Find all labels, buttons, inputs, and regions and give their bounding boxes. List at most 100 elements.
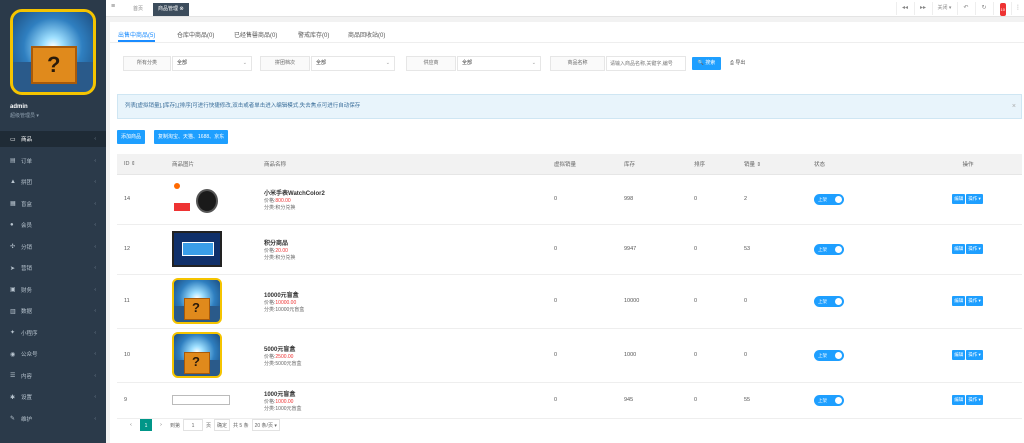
product-price: 价格:2500.00 bbox=[264, 353, 547, 360]
bell-icon[interactable]: ♪10 bbox=[993, 2, 1010, 16]
column-header[interactable]: ID ⇕ bbox=[117, 154, 165, 175]
operation-dropdown[interactable]: 操作 ▾ bbox=[966, 194, 983, 204]
confirm-page-button[interactable]: 确定 bbox=[214, 419, 231, 431]
sidebar-item-1[interactable]: ▤ 订单 ‹ bbox=[0, 153, 106, 169]
column-header: 状态 bbox=[807, 154, 907, 175]
toggle-knob bbox=[835, 297, 842, 305]
sort-cell[interactable]: 0 bbox=[687, 224, 737, 275]
operation-dropdown[interactable]: 操作 ▾ bbox=[966, 244, 983, 254]
status-toggle[interactable]: 上架 bbox=[814, 394, 844, 406]
virtual-sales-cell[interactable]: 0 bbox=[547, 382, 617, 419]
menu-toggle-icon[interactable]: ≡ bbox=[111, 3, 115, 10]
operation-cell: 编辑 操作 ▾ bbox=[907, 328, 1022, 383]
sort-cell[interactable]: 0 bbox=[687, 328, 737, 383]
sidebar-item-12[interactable]: ✱ 设置 ‹ bbox=[0, 389, 106, 405]
product-price: 价格:800.00 bbox=[264, 197, 547, 204]
tab-home[interactable]: 首页 bbox=[128, 3, 148, 16]
avatar[interactable]: ? bbox=[10, 9, 96, 95]
edit-button[interactable]: 编辑 bbox=[952, 194, 966, 204]
sort-cell[interactable]: 0 bbox=[687, 274, 737, 329]
sidebar-item-9[interactable]: ✦ 小程序 ‹ bbox=[0, 325, 106, 341]
operation-cell: 编辑 操作 ▾ bbox=[907, 382, 1022, 419]
sidebar-item-label: 营销 bbox=[21, 266, 33, 272]
main-panel: 出售中商品(5) 仓库中商品(0) 已经售罄商品(0) 警戒库存(0) 商品回收… bbox=[110, 22, 1024, 443]
sort-cell[interactable]: 0 bbox=[687, 174, 737, 225]
sales-cell: 0 bbox=[737, 274, 807, 329]
goto-label: 到第 bbox=[170, 422, 181, 429]
sidebar-item-10[interactable]: ◉ 公众号 ‹ bbox=[0, 346, 106, 362]
virtual-sales-cell[interactable]: 0 bbox=[547, 224, 617, 275]
goto-page-input[interactable]: 1 bbox=[183, 419, 204, 431]
category-filter-value: 全部 bbox=[177, 60, 188, 66]
stock-cell[interactable]: 998 bbox=[617, 174, 687, 225]
sidebar-item-8[interactable]: ▥ 数据 ‹ bbox=[0, 303, 106, 319]
supplier-filter-select[interactable]: 全部 ⌄ bbox=[457, 56, 541, 71]
status-toggle[interactable]: 上架 bbox=[814, 295, 844, 307]
edit-button[interactable]: 编辑 bbox=[952, 395, 966, 405]
sidebar-item-11[interactable]: ☰ 内容 ‹ bbox=[0, 368, 106, 384]
stock-cell[interactable]: 10000 bbox=[617, 274, 687, 329]
scroll-right-icon[interactable]: ▸▸ bbox=[914, 2, 931, 15]
chevron-left-icon: ‹ bbox=[94, 308, 96, 314]
edit-button[interactable]: 编辑 bbox=[952, 350, 966, 360]
group-filter-select[interactable]: 全部 ⌄ bbox=[311, 56, 395, 71]
tab-on-sale[interactable]: 出售中商品(5) bbox=[118, 30, 156, 42]
tab-low-stock[interactable]: 警戒库存(0) bbox=[298, 30, 329, 42]
sort-cell[interactable]: 0 bbox=[687, 382, 737, 419]
sidebar-item-5[interactable]: ✣ 分销 ‹ bbox=[0, 239, 106, 255]
user-name: admin bbox=[10, 104, 28, 110]
share-icon: ✣ bbox=[10, 244, 16, 250]
more-icon[interactable]: ⋮ bbox=[1011, 2, 1024, 15]
prev-page-icon[interactable]: ‹ bbox=[125, 419, 137, 431]
page-1-button[interactable]: 1 bbox=[140, 419, 152, 431]
sidebar-item-3[interactable]: ▦ 盲盒 ‹ bbox=[0, 196, 106, 212]
close-icon[interactable]: × bbox=[1012, 95, 1016, 118]
operation-dropdown[interactable]: 操作 ▾ bbox=[966, 395, 983, 405]
sidebar-item-7[interactable]: ▣ 财务 ‹ bbox=[0, 282, 106, 298]
operation-dropdown[interactable]: 操作 ▾ bbox=[966, 350, 983, 360]
user-role-dropdown[interactable]: 超级管理员 ▾ bbox=[10, 112, 39, 119]
close-tabs-dropdown[interactable]: 关闭 ▾ bbox=[932, 2, 956, 15]
toggle-knob bbox=[835, 245, 842, 253]
status-cell: 上架 bbox=[807, 382, 907, 419]
search-button[interactable]: 🔍 搜索 bbox=[692, 57, 721, 70]
refresh-icon[interactable]: ↻ bbox=[975, 2, 992, 15]
scroll-left-icon[interactable]: ◂◂ bbox=[896, 2, 913, 15]
back-icon[interactable]: ↶ bbox=[957, 2, 974, 15]
edit-button[interactable]: 编辑 bbox=[952, 244, 966, 254]
status-toggle[interactable]: 上架 bbox=[814, 243, 844, 255]
virtual-sales-cell[interactable]: 0 bbox=[547, 328, 617, 383]
sidebar-item-4[interactable]: ● 会员 ‹ bbox=[0, 217, 106, 233]
status-toggle[interactable]: 上架 bbox=[814, 193, 844, 205]
edit-button[interactable]: 编辑 bbox=[952, 296, 966, 306]
sidebar-item-6[interactable]: ➤ 营销 ‹ bbox=[0, 260, 106, 276]
virtual-sales-cell[interactable]: 0 bbox=[547, 174, 617, 225]
tab-in-warehouse[interactable]: 仓库中商品(0) bbox=[177, 30, 214, 42]
category-filter-select[interactable]: 全部 ⌄ bbox=[172, 56, 252, 71]
sidebar-item-0[interactable]: ▭ 商品 ‹ bbox=[0, 131, 106, 147]
tab-recycle-bin[interactable]: 商品回收站(0) bbox=[348, 30, 385, 42]
sidebar-item-label: 拼团 bbox=[21, 180, 33, 186]
tab-sold-out[interactable]: 已经售罄商品(0) bbox=[234, 30, 277, 42]
tab-goods-management[interactable]: 商品管理 ⊗ bbox=[153, 3, 189, 16]
copy-product-button[interactable]: 复制淘宝、天猫、1688、京东 bbox=[154, 130, 229, 144]
search-input[interactable] bbox=[606, 56, 686, 71]
export-button[interactable]: ⎙ 导出 bbox=[730, 57, 745, 70]
product-name: 5000元盲盒 bbox=[264, 346, 296, 353]
sidebar-item-2[interactable]: ▲ 拼团 ‹ bbox=[0, 174, 106, 190]
product-name: 小米手表WatchColor2 bbox=[264, 190, 325, 197]
stock-cell[interactable]: 1000 bbox=[617, 328, 687, 383]
status-toggle[interactable]: 上架 bbox=[814, 349, 844, 361]
operation-dropdown[interactable]: 操作 ▾ bbox=[966, 296, 983, 306]
stock-cell[interactable]: 9947 bbox=[617, 224, 687, 275]
virtual-sales-cell[interactable]: 0 bbox=[547, 274, 617, 329]
stock-cell[interactable]: 945 bbox=[617, 382, 687, 419]
column-header[interactable]: 销量 ⇕ bbox=[737, 154, 807, 175]
table-row: 10? 5000元盲盒 价格:2500.00 分类:5000元盲盒 0 1000 0 0 上架编… bbox=[117, 328, 1022, 383]
sidebar-item-13[interactable]: ✎ 维护 ‹ bbox=[0, 411, 106, 427]
add-product-button[interactable]: 添加商品 bbox=[117, 130, 146, 144]
category-filter-label: 所有分类 bbox=[123, 56, 171, 71]
next-page-icon[interactable]: › bbox=[155, 419, 167, 431]
page-size-select[interactable]: 20 条/页 ▾ bbox=[251, 419, 280, 431]
sidebar-item-label: 会员 bbox=[21, 223, 33, 229]
